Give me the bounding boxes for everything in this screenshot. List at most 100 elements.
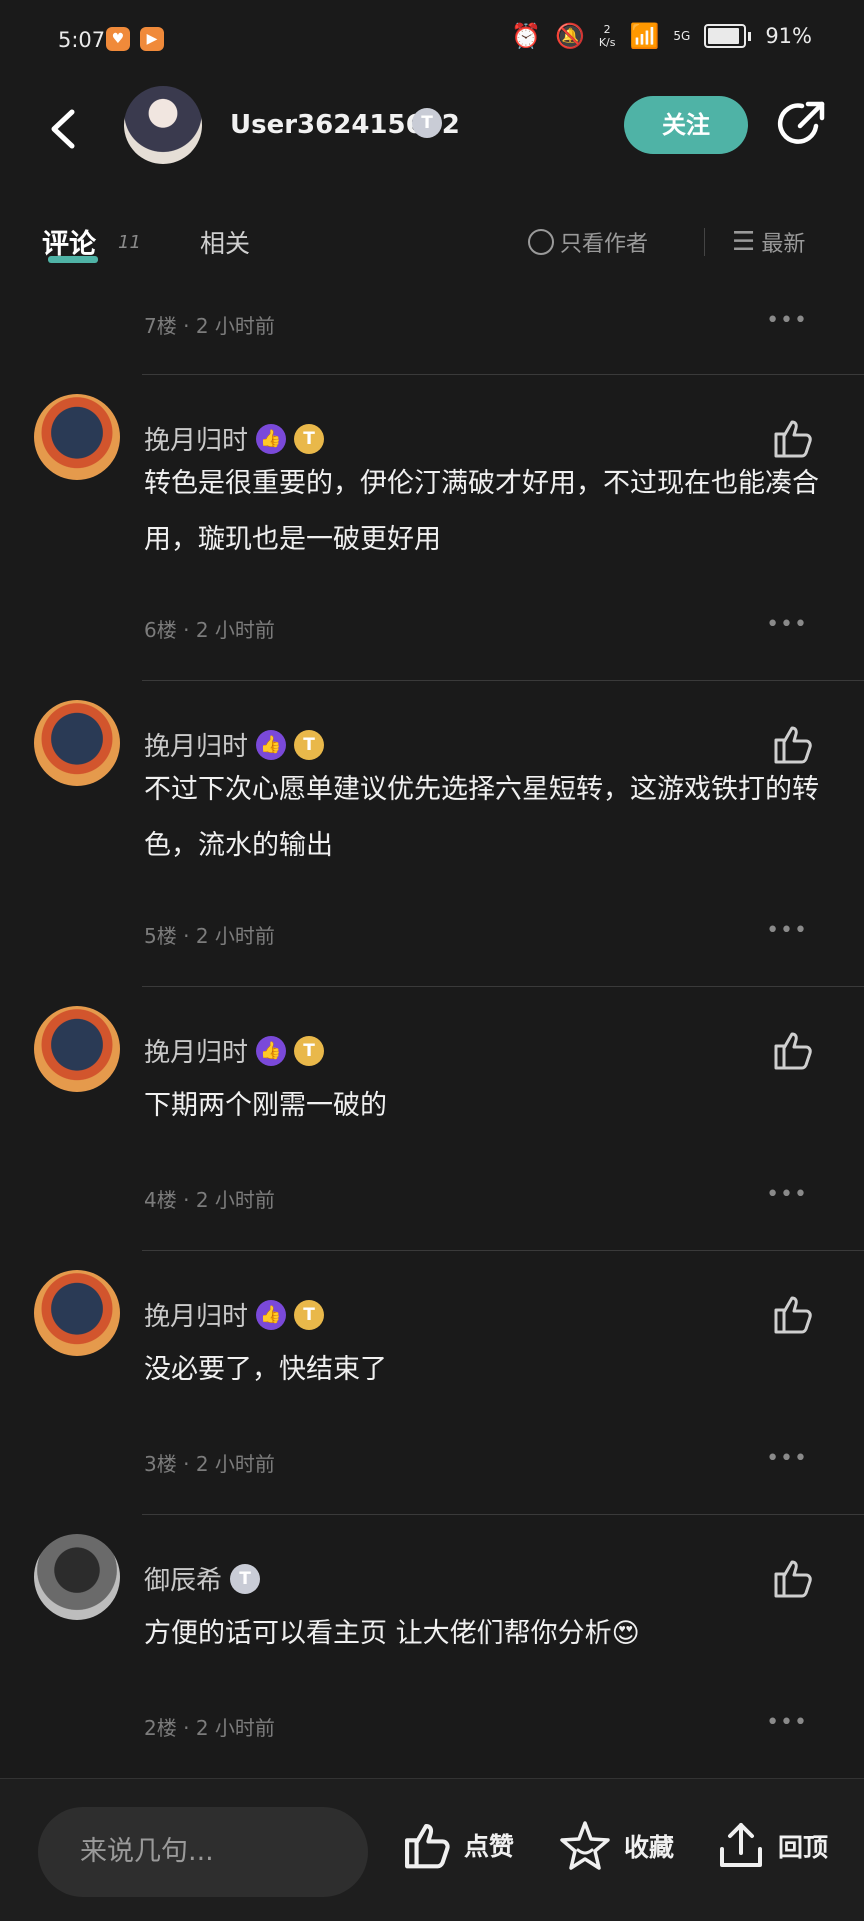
divider [142, 986, 864, 987]
back-to-top-button[interactable]: 回顶 [716, 1819, 828, 1873]
favorite-button[interactable]: 收藏 [558, 1819, 674, 1873]
level-badge-icon: T [294, 1035, 325, 1066]
commenter-name[interactable]: 挽月归时 [144, 1032, 248, 1069]
back-to-top-label: 回顶 [778, 1833, 829, 1862]
like-icon[interactable] [770, 416, 814, 460]
commenter-avatar[interactable] [34, 1006, 120, 1092]
divider [142, 1514, 864, 1515]
divider [142, 1250, 864, 1251]
follow-button[interactable]: 关注 [624, 96, 748, 154]
comment-time: 2 小时前 [195, 314, 275, 338]
tab-related[interactable]: 相关 [200, 224, 250, 260]
commenter-name-row: 挽月归时 👍 T [144, 726, 325, 763]
commenter-name-row: 挽月归时 👍 T [144, 420, 325, 457]
commenter-name-row: 挽月归时 👍 T [144, 1032, 325, 1069]
radio-circle-icon [528, 229, 554, 255]
upload-arrow-icon [720, 1823, 762, 1867]
comment-text: 方便的话可以看主页 让大佬们帮你分析😍 [144, 1618, 640, 1649]
commenter-name[interactable]: 挽月归时 [144, 420, 248, 457]
comment-meta: 2楼 · 2 小时前 [144, 1716, 275, 1740]
sort-toggle[interactable]: ☰ 最新 [732, 226, 805, 258]
net-speed: 2 K/s [599, 23, 616, 49]
level-badge-icon: T [412, 108, 442, 138]
commenter-name-row: 御辰希 T [144, 1560, 261, 1597]
net-speed-value: 2 [603, 23, 611, 36]
net-speed-unit: K/s [598, 36, 616, 49]
floor-number: 7楼 [144, 314, 177, 338]
bottom-action-bar: 来说几句... 点赞 收藏 回顶 [0, 1778, 864, 1921]
comment-count: 11 [118, 232, 141, 253]
commenter-name[interactable]: 御辰希 [144, 1560, 222, 1597]
floor-number: 2楼 [144, 1716, 177, 1740]
comment-text: 没必要了，快结束了 [144, 1354, 387, 1385]
favorite-label: 收藏 [624, 1833, 675, 1862]
more-options-icon[interactable]: ••• [766, 1710, 808, 1735]
divider [142, 680, 864, 681]
comment-time: 2 小时前 [195, 618, 275, 642]
comment-input[interactable]: 来说几句... [38, 1807, 368, 1897]
network-type: 5G [673, 29, 691, 43]
status-bar: 5:07 ♥ ▶ ⏰ 🔕 2 K/s 📶 5G 91% [0, 0, 864, 86]
like-icon[interactable] [770, 1292, 814, 1336]
comment-time: 2 小时前 [195, 924, 275, 948]
tab-divider [704, 228, 705, 256]
comment-meta: 5楼 · 2 小时前 [144, 924, 275, 948]
comment-time: 2 小时前 [195, 1188, 275, 1212]
floor-number: 4楼 [144, 1188, 177, 1212]
app-notification-icon: ♥ [106, 27, 130, 51]
alarm-icon: ⏰ [511, 22, 541, 50]
like-button[interactable]: 点赞 [400, 1819, 514, 1871]
more-options-icon[interactable]: ••• [766, 1182, 808, 1207]
wifi-icon: 📶 [629, 22, 660, 50]
more-options-icon[interactable]: ••• [766, 1446, 808, 1471]
level-badge-icon: T [294, 423, 325, 454]
like-icon[interactable] [770, 1028, 814, 1072]
comment-text: 下期两个刚需一破的 [144, 1090, 387, 1121]
like-icon[interactable] [770, 1556, 814, 1600]
commenter-avatar[interactable] [34, 1270, 120, 1356]
divider [142, 374, 864, 375]
commenter-avatar[interactable] [34, 700, 120, 786]
commenter-avatar[interactable] [34, 394, 120, 480]
thumb-badge-icon: 👍 [256, 1299, 287, 1330]
status-icons: ⏰ 🔕 2 K/s 📶 5G 91% [511, 22, 812, 50]
commenter-name[interactable]: 挽月归时 [144, 1296, 248, 1333]
share-icon[interactable] [776, 98, 828, 150]
commenter-name-row: 挽月归时 👍 T [144, 1296, 325, 1333]
commenter-avatar[interactable] [34, 1534, 120, 1620]
sort-list-icon: ☰ [732, 227, 756, 257]
more-options-icon[interactable]: ••• [766, 918, 808, 943]
comment-text: 转色是很重要的，伊伦汀满破才好用，不过现在也能凑合用，璇玑也是一破更好用 [144, 468, 819, 555]
like-icon[interactable] [770, 722, 814, 766]
floor-number: 6楼 [144, 618, 177, 642]
comment-text: 不过下次心愿单建议优先选择六星短转，这游戏铁打的转色，流水的输出 [144, 774, 819, 861]
only-author-toggle[interactable]: 只看作者 [528, 226, 648, 258]
comment-meta: 6楼 · 2 小时前 [144, 618, 275, 642]
level-badge-icon: T [294, 1299, 325, 1330]
thumb-badge-icon: 👍 [256, 729, 287, 760]
battery-level: 91% [765, 24, 812, 48]
commenter-name[interactable]: 挽月归时 [144, 726, 248, 763]
author-avatar[interactable] [124, 86, 202, 164]
only-author-label: 只看作者 [560, 232, 649, 257]
comment-meta: 7楼 · 2 小时前 [144, 314, 275, 338]
comment-time: 2 小时前 [195, 1716, 275, 1740]
comment-tabs: 评论 11 相关 只看作者 ☰ 最新 [0, 206, 864, 276]
battery-cap-icon [748, 31, 752, 41]
star-icon [560, 1821, 610, 1870]
thumb-badge-icon: 👍 [256, 423, 287, 454]
thumbs-up-icon [405, 1824, 450, 1869]
thumb-badge-icon: 👍 [256, 1035, 287, 1066]
level-badge-icon: T [294, 729, 325, 760]
sort-label: 最新 [761, 232, 806, 257]
level-badge-icon: T [230, 1563, 261, 1594]
comment-meta: 3楼 · 2 小时前 [144, 1452, 275, 1476]
active-tab-indicator [48, 256, 98, 263]
like-label: 点赞 [464, 1832, 515, 1861]
more-options-icon[interactable]: ••• [766, 308, 808, 333]
more-options-icon[interactable]: ••• [766, 612, 808, 637]
back-arrow-icon[interactable] [44, 104, 84, 154]
battery-icon [704, 24, 747, 48]
mute-bell-icon: 🔕 [554, 22, 585, 50]
app-notification-icon: ▶ [140, 27, 164, 51]
